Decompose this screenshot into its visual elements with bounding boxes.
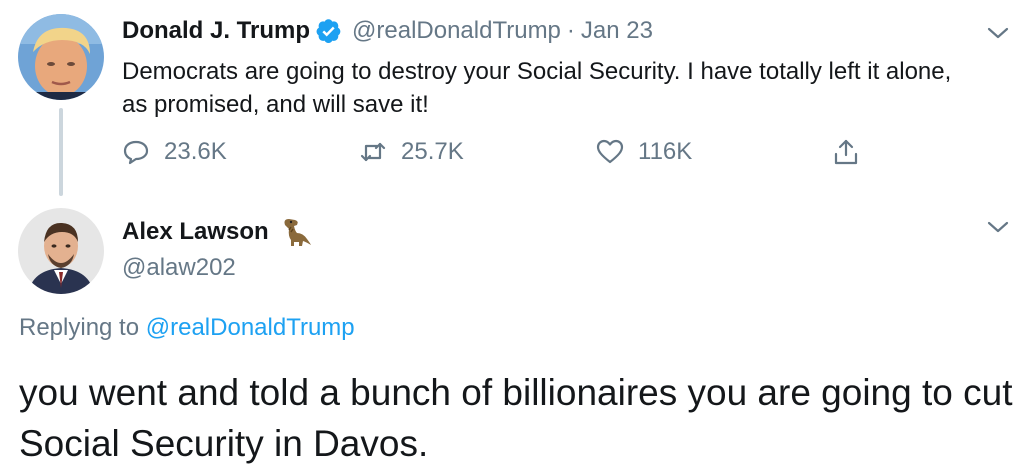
- like-count: 116K: [638, 138, 693, 165]
- retweet-count: 25.7K: [401, 138, 464, 165]
- share-icon: [834, 139, 858, 165]
- replying-to: Replying to @realDonaldTrump: [19, 314, 355, 342]
- like-button[interactable]: 116K: [596, 138, 692, 166]
- avatar-image: [18, 208, 104, 294]
- chevron-down-icon[interactable]: [987, 26, 1009, 40]
- avatar-image: [18, 14, 104, 100]
- handle[interactable]: @realDonaldTrump: [352, 17, 561, 45]
- reply-count: 23.6K: [164, 138, 227, 165]
- separator: ·: [566, 17, 575, 44]
- avatar-alex-lawson[interactable]: [18, 208, 104, 294]
- display-name[interactable]: Alex Lawson: [122, 218, 269, 246]
- tweet-date[interactable]: Jan 23: [581, 17, 653, 45]
- thread-line: [59, 108, 63, 196]
- dinosaur-emoji-icon: [284, 219, 311, 246]
- heart-icon: [596, 139, 624, 164]
- original-header: Donald J. Trump @realDonaldTrump · Jan 2…: [122, 17, 653, 45]
- handle[interactable]: @alaw202: [122, 254, 236, 282]
- chevron-down-icon[interactable]: [987, 220, 1009, 234]
- tweet-text: Democrats are going to destroy your Soci…: [122, 58, 952, 118]
- retweet-button[interactable]: 25.7K: [359, 138, 464, 166]
- reply-text: you went and told a bunch of billionaire…: [19, 372, 1013, 464]
- replying-to-label: Replying to: [19, 314, 140, 341]
- verified-badge-icon: [316, 19, 341, 44]
- avatar-donald-trump[interactable]: [18, 14, 104, 100]
- replying-to-link[interactable]: @realDonaldTrump: [146, 314, 355, 341]
- reply-icon: [123, 140, 149, 165]
- share-button[interactable]: [832, 138, 874, 166]
- retweet-icon: [360, 142, 386, 162]
- reply-header-handle: @alaw202: [122, 254, 236, 282]
- display-name[interactable]: Donald J. Trump: [122, 17, 310, 45]
- reply-button[interactable]: 23.6K: [122, 138, 227, 166]
- reply-header-name: Alex Lawson: [122, 215, 313, 249]
